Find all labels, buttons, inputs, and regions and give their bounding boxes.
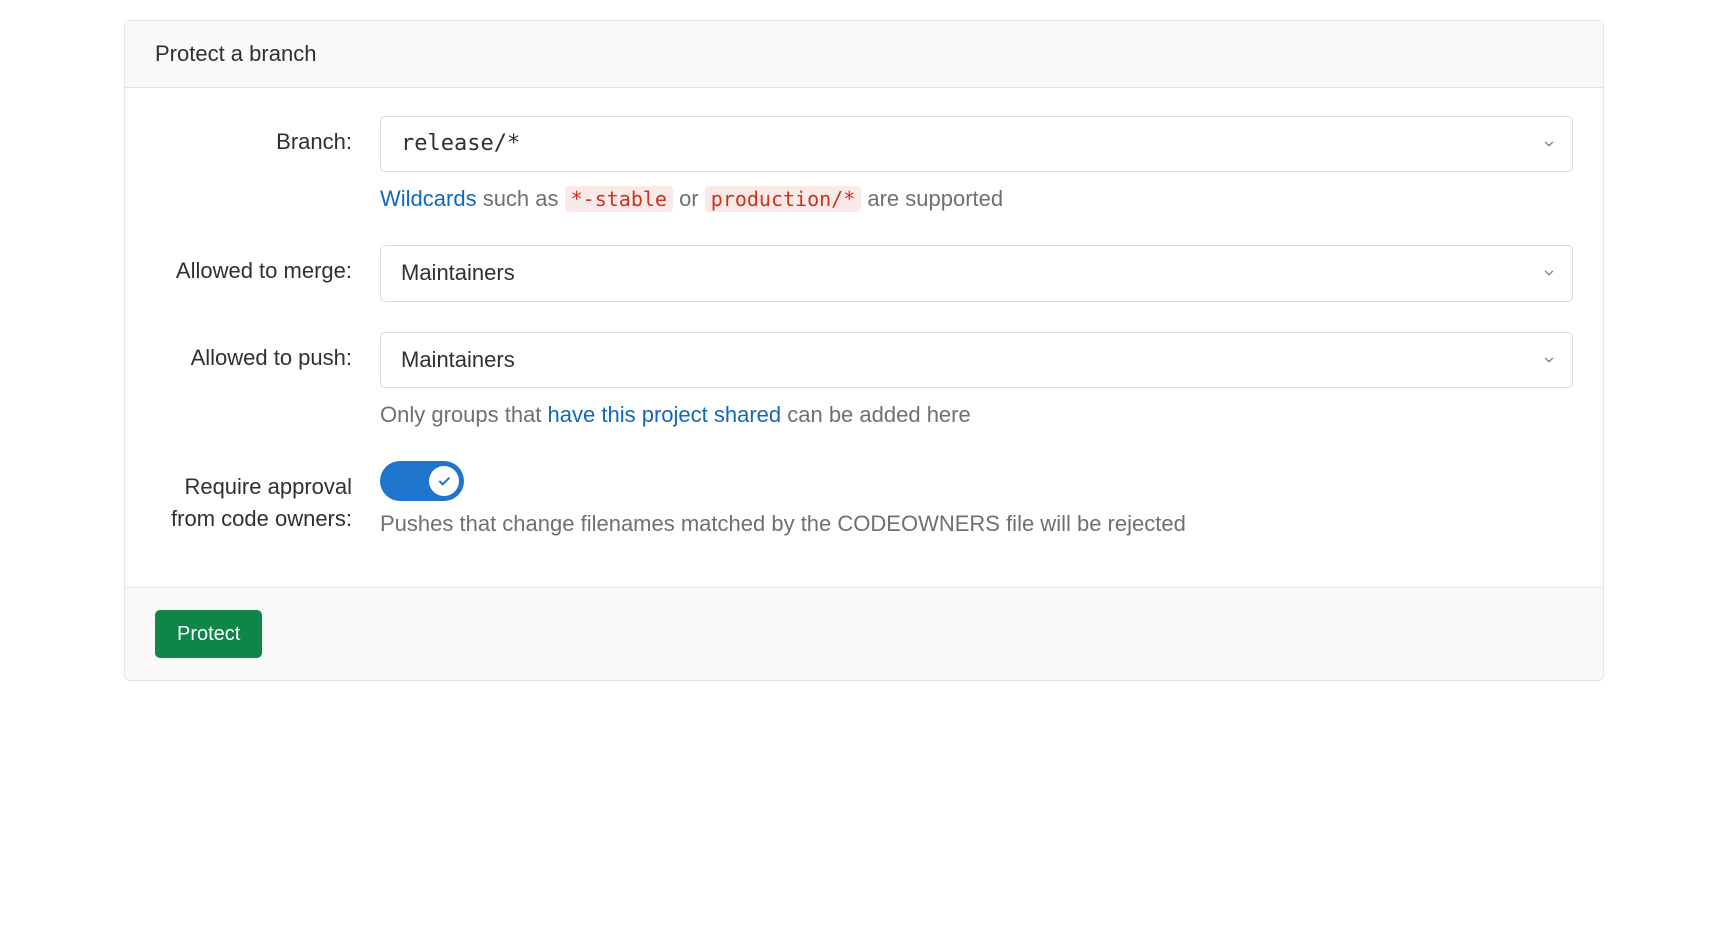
- panel-body: Branch: release/* Wildcards such as *-st…: [125, 88, 1603, 587]
- merge-label: Allowed to merge:: [155, 245, 380, 287]
- branch-select[interactable]: release/*: [380, 116, 1573, 172]
- codeowners-label: Require approval from code owners:: [155, 461, 380, 535]
- merge-select[interactable]: Maintainers: [380, 245, 1573, 301]
- codeowners-field-col: Pushes that change filenames matched by …: [380, 461, 1573, 537]
- toggle-knob: [429, 466, 459, 496]
- codeowners-toggle[interactable]: [380, 461, 464, 501]
- push-row: Allowed to push: Maintainers Only groups…: [155, 332, 1573, 431]
- codeowners-description: Pushes that change filenames matched by …: [380, 511, 1573, 537]
- wildcard-example-1: *-stable: [565, 186, 673, 212]
- push-select[interactable]: Maintainers: [380, 332, 1573, 388]
- panel-header: Protect a branch: [125, 21, 1603, 88]
- branch-field-col: release/* Wildcards such as *-stable or …: [380, 116, 1573, 215]
- branch-value: release/*: [401, 131, 520, 156]
- protect-button[interactable]: Protect: [155, 610, 262, 658]
- wildcards-link[interactable]: Wildcards: [380, 186, 477, 211]
- chevron-down-icon: [1542, 353, 1556, 367]
- merge-field-col: Maintainers: [380, 245, 1573, 301]
- check-icon: [436, 473, 452, 489]
- chevron-down-icon: [1542, 266, 1556, 280]
- branch-row: Branch: release/* Wildcards such as *-st…: [155, 116, 1573, 215]
- push-label: Allowed to push:: [155, 332, 380, 374]
- chevron-down-icon: [1542, 137, 1556, 151]
- merge-value: Maintainers: [401, 260, 515, 285]
- branch-label: Branch:: [155, 116, 380, 158]
- merge-row: Allowed to merge: Maintainers: [155, 245, 1573, 301]
- panel-title: Protect a branch: [155, 41, 316, 66]
- project-shared-link[interactable]: have this project shared: [548, 402, 782, 427]
- push-hint: Only groups that have this project share…: [380, 400, 1573, 431]
- protect-branch-panel: Protect a branch Branch: release/* Wildc…: [124, 20, 1604, 681]
- push-field-col: Maintainers Only groups that have this p…: [380, 332, 1573, 431]
- panel-footer: Protect: [125, 587, 1603, 680]
- codeowners-row: Require approval from code owners: Pushe…: [155, 461, 1573, 537]
- branch-hint: Wildcards such as *-stable or production…: [380, 184, 1573, 215]
- wildcard-example-2: production/*: [705, 186, 862, 212]
- push-value: Maintainers: [401, 347, 515, 372]
